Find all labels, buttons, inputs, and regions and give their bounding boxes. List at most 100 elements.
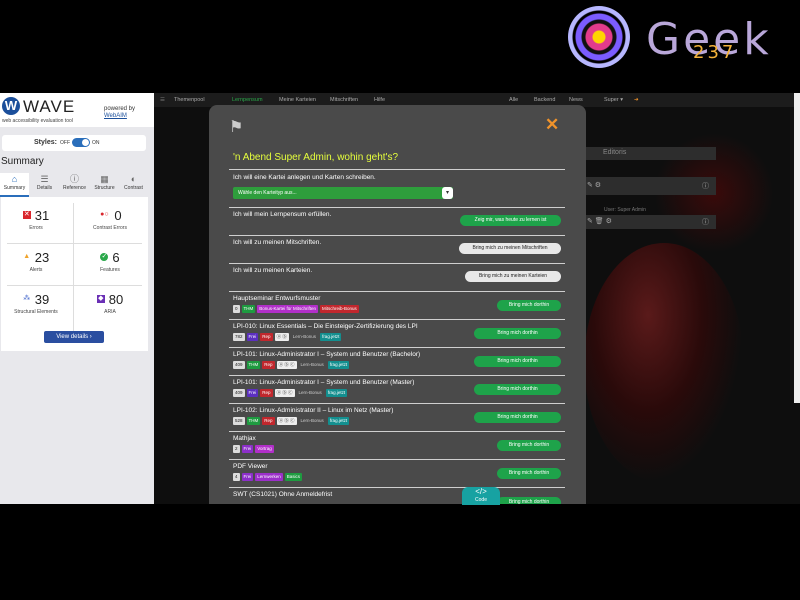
nav-meine-karteien[interactable]: Meine Karteien xyxy=(279,97,316,103)
tab-label: Reference xyxy=(62,185,87,191)
bring-button[interactable]: Bring mich dorthin xyxy=(497,440,561,451)
stat-label: ARIA xyxy=(104,309,116,315)
tab-summary[interactable]: ⌂ Summary xyxy=(0,173,29,197)
item-title: Hauptseminar Entwurfsmuster xyxy=(233,295,321,302)
scrollbar[interactable] xyxy=(794,93,800,403)
tab-label: Structure xyxy=(94,185,115,191)
nav-lernpensum[interactable]: Lernpensum xyxy=(232,97,263,103)
tag-count: 2 xyxy=(233,445,240,453)
styles-toggle-row: Styles: OFF ON xyxy=(2,135,146,151)
divider xyxy=(229,169,565,170)
tab-contrast[interactable]: ◐ Contrast xyxy=(119,173,148,195)
row4-text: Ich will zu meinen Karteien. xyxy=(233,267,313,274)
bring-button[interactable]: Bring mich dorthin xyxy=(497,468,561,479)
karteien-button[interactable]: Bring mich zu meinen Karteien xyxy=(465,271,561,282)
right-panel-row1 xyxy=(586,177,716,195)
code-icon: </> xyxy=(475,487,487,496)
item-tags: 2 Frei Vortrag xyxy=(233,445,274,453)
lernpensum-button[interactable]: Zeig mir, was heute zu lernen ist xyxy=(460,215,561,226)
divider xyxy=(229,487,565,488)
stat-aria[interactable]: ◆ 80 ARIA xyxy=(75,289,145,329)
nav-news[interactable]: News xyxy=(569,97,583,103)
tag-count: 782 xyxy=(233,333,245,341)
code-label: Code xyxy=(475,497,487,503)
tab-label: Contrast xyxy=(124,185,143,191)
tag-rep: Rep xyxy=(260,389,273,397)
kartei-type-select[interactable]: Wähle den Karteityp aus... xyxy=(233,187,453,199)
stat-errors[interactable]: ✕ 31 Errors xyxy=(1,205,71,245)
tab-structure[interactable]: ▦ Structure xyxy=(90,173,119,195)
divider xyxy=(229,431,565,432)
chevron-down-icon[interactable]: ▾ xyxy=(442,187,453,199)
tab-label: Summary xyxy=(3,185,26,191)
contrast-icon: ◐ xyxy=(130,174,137,184)
nav-super[interactable]: Super ▾ xyxy=(604,97,623,103)
stat-label: Structural Elements xyxy=(14,309,58,315)
tab-details[interactable]: ☰ Details xyxy=(30,173,59,195)
close-icon[interactable]: ✕ xyxy=(545,115,559,135)
code-button[interactable]: </> Code xyxy=(462,487,500,505)
summary-title: Summary xyxy=(1,156,44,167)
summary-panel: ✕ 31 Errors ●○ 0 Contrast Errors ▲ 23 Alert… xyxy=(1,197,148,351)
contrast-error-icon: ●○ xyxy=(100,211,109,218)
tag-lern-bonus: Lern-Bonus xyxy=(300,362,324,367)
stat-value: 6 xyxy=(112,249,120,265)
info-icon[interactable]: ⓘ xyxy=(702,217,709,227)
styles-on: ON xyxy=(92,140,100,146)
nav-mitschriften[interactable]: Mitschriften xyxy=(330,97,358,103)
row1-icons: ✎ ⚙ xyxy=(587,182,602,189)
tag-lernwerken: Lernwerken xyxy=(255,473,283,481)
tag-bonus: Bonus-Kartei für Mitschriften xyxy=(257,305,319,313)
nav-backend[interactable]: Backend xyxy=(534,97,555,103)
bring-button[interactable]: Bring mich dorthin xyxy=(474,328,561,339)
tag-mitschreib: Mitschreib-Bonus xyxy=(320,305,359,313)
tag-count: 409 xyxy=(233,389,245,397)
tag-icons: ⓐ ⓑ ⓒ xyxy=(274,389,295,397)
bring-button[interactable]: Bring mich dorthin xyxy=(474,412,561,423)
info-icon[interactable]: ⓘ xyxy=(702,181,709,191)
divider xyxy=(229,207,565,208)
tag-thm: THM xyxy=(241,305,256,313)
mitschriften-button[interactable]: Bring mich zu meinen Mitschriften xyxy=(459,243,561,254)
stat-label: Features xyxy=(100,267,120,273)
stat-alerts[interactable]: ▲ 23 Alerts xyxy=(1,247,71,287)
item-title: LPI-101: Linux-Administrator I – System … xyxy=(233,379,415,386)
nav-alle[interactable]: Alle xyxy=(509,97,518,103)
item-title: LPI-102: Linux-Administrator II – Linux … xyxy=(233,407,394,414)
stat-value: 39 xyxy=(34,291,50,307)
webaim-link[interactable]: WebAIM xyxy=(104,113,127,119)
stat-contrast-errors[interactable]: ●○ 0 Contrast Errors xyxy=(75,205,145,245)
tag-icons: ⓐ ⓑ ⓒ xyxy=(276,417,297,425)
nav-hilfe[interactable]: Hilfe xyxy=(374,97,385,103)
tab-reference[interactable]: ⓘ Reference xyxy=(60,173,89,195)
divider xyxy=(229,263,565,264)
divider xyxy=(229,403,565,404)
bring-button[interactable]: Bring mich dorthin xyxy=(474,356,561,367)
bring-button[interactable]: Bring mich dorthin xyxy=(474,384,561,395)
divider xyxy=(229,459,565,460)
tag-count: 4 xyxy=(233,473,240,481)
structure-icon: ▦ xyxy=(100,174,109,184)
feature-icon: ✓ xyxy=(100,253,109,261)
navigation-modal: ⚑ ✕ 'n Abend Super Admin, wohin geht's? … xyxy=(209,105,586,504)
view-details-button[interactable]: View details › xyxy=(44,331,104,343)
signpost-icon: ⚑ xyxy=(229,119,244,136)
tag-thm: THM xyxy=(246,417,261,425)
tag-rep: Rep xyxy=(262,361,275,369)
bring-button[interactable]: Bring mich dorthin xyxy=(497,497,561,504)
tag-basics: Basics xyxy=(284,473,303,481)
bring-button[interactable]: Bring mich dorthin xyxy=(497,300,561,311)
nav-themenpool[interactable]: Themenpool xyxy=(174,97,205,103)
tag-lern-bonus: Lern-Bonus xyxy=(292,334,317,339)
divider xyxy=(229,347,565,348)
styles-toggle[interactable] xyxy=(72,138,90,147)
stat-value: 0 xyxy=(114,207,122,223)
menu-icon[interactable]: ☰ xyxy=(160,97,165,103)
tag-frei: Frei xyxy=(241,473,254,481)
wave-header: W WAVE web accessibility evaluation tool… xyxy=(0,93,154,127)
tag-count: 528 xyxy=(233,417,245,425)
logout-icon[interactable]: ➜ xyxy=(634,97,639,103)
stat-features[interactable]: ✓ 6 Features xyxy=(75,247,145,287)
stat-structural[interactable]: ⁂ 39 Structural Elements xyxy=(1,289,71,329)
right-panel-title: Editoris xyxy=(603,149,627,156)
